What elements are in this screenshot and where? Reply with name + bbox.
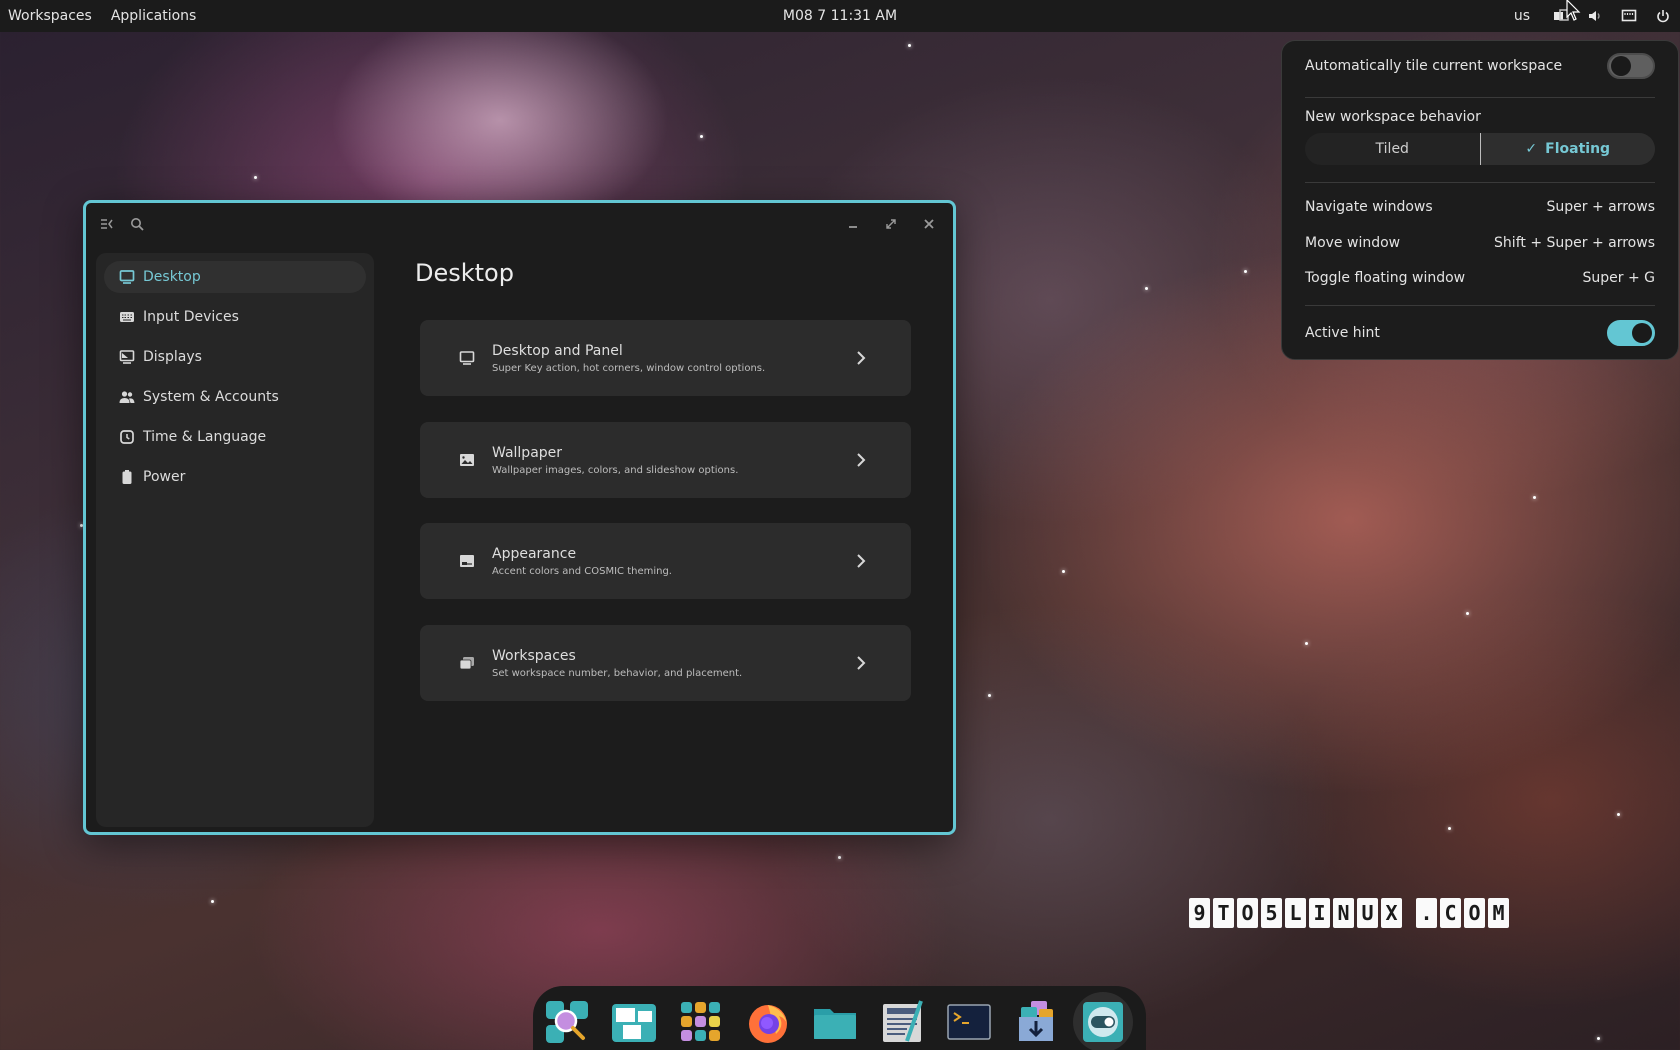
shortcut-action: Toggle floating window xyxy=(1305,270,1466,286)
dock-app-library[interactable] xyxy=(677,998,725,1046)
terminal-icon xyxy=(947,1004,991,1040)
shortcut-keys: Shift + Super + arrows xyxy=(1494,235,1655,251)
chevron-right-icon xyxy=(857,554,866,568)
sidebar-item-label: Power xyxy=(143,469,186,485)
sidebar-item-system-accounts[interactable]: System & Accounts xyxy=(104,381,366,413)
display-icon xyxy=(119,349,135,365)
sidebar-item-power[interactable]: Power xyxy=(104,461,366,493)
option-floating[interactable]: ✓ Floating xyxy=(1479,133,1655,165)
divider xyxy=(1305,305,1655,306)
settings-window: Desktop Input Devices Displays System & … xyxy=(83,200,956,835)
dock-app-terminal[interactable] xyxy=(945,998,993,1046)
clock-icon xyxy=(119,429,135,445)
shortcut-row: Navigate windows Super + arrows xyxy=(1305,195,1655,219)
chevron-right-icon xyxy=(857,656,866,670)
clock[interactable]: M08 7 11:31 AM xyxy=(783,8,897,24)
sidebar-item-desktop[interactable]: Desktop xyxy=(104,261,366,293)
volume-icon[interactable] xyxy=(1578,0,1612,32)
settings-sidebar: Desktop Input Devices Displays System & … xyxy=(96,253,374,827)
folder-icon xyxy=(814,1009,856,1039)
card-desktop-and-panel[interactable]: Desktop and Panel Super Key action, hot … xyxy=(420,320,911,396)
store-icon xyxy=(1019,1001,1053,1041)
dock-app-text-editor[interactable] xyxy=(878,998,926,1046)
auto-tile-label: Automatically tile current workspace xyxy=(1305,58,1563,74)
dock-app-settings[interactable] xyxy=(1073,992,1133,1050)
minimize-icon[interactable] xyxy=(842,213,864,235)
card-workspaces[interactable]: Workspaces Set workspace number, behavio… xyxy=(420,625,911,701)
workspaces-overview-icon xyxy=(612,1004,656,1042)
sidebar-toggle-icon[interactable] xyxy=(96,213,118,235)
card-subtitle: Set workspace number, behavior, and plac… xyxy=(492,667,743,679)
sidebar-item-label: Displays xyxy=(143,349,202,365)
appearance-icon xyxy=(458,552,476,570)
card-subtitle: Super Key action, hot corners, window co… xyxy=(492,362,766,374)
chevron-right-icon xyxy=(857,351,866,365)
card-title: Wallpaper xyxy=(492,444,563,461)
sidebar-item-label: Time & Language xyxy=(143,429,267,445)
sidebar-item-label: Input Devices xyxy=(143,309,239,325)
dock-app-workspaces[interactable] xyxy=(610,998,658,1046)
image-icon xyxy=(458,451,476,469)
window-titlebar[interactable] xyxy=(86,203,953,247)
shortcut-keys: Super + arrows xyxy=(1546,199,1656,215)
card-title: Desktop and Panel xyxy=(492,342,623,359)
network-wired-icon[interactable] xyxy=(1612,0,1646,32)
app-library-icon xyxy=(681,1002,720,1041)
dock xyxy=(533,986,1146,1050)
mouse-cursor xyxy=(1566,0,1581,21)
page-title: Desktop xyxy=(415,259,514,287)
sidebar-item-displays[interactable]: Displays xyxy=(104,341,366,373)
card-subtitle: Accent colors and COSMIC theming. xyxy=(492,565,672,577)
shortcut-action: Move window xyxy=(1305,235,1401,251)
auto-tile-toggle[interactable] xyxy=(1607,53,1655,79)
card-title: Workspaces xyxy=(492,647,576,664)
search-icon[interactable] xyxy=(126,213,148,235)
sidebar-item-label: System & Accounts xyxy=(143,389,279,405)
divider xyxy=(1305,97,1655,98)
dock-app-files[interactable] xyxy=(811,998,859,1046)
new-workspace-behavior-label: New workspace behavior xyxy=(1305,109,1481,125)
close-icon[interactable] xyxy=(918,213,940,235)
top-panel: Workspaces Applications M08 7 11:31 AM u… xyxy=(0,0,1680,32)
dock-app-firefox[interactable] xyxy=(744,998,792,1046)
firefox-icon xyxy=(749,1005,787,1043)
text-editor-icon xyxy=(883,1000,923,1042)
monitor-icon xyxy=(119,269,135,285)
settings-icon xyxy=(1083,1002,1123,1042)
battery-icon xyxy=(119,469,135,485)
shortcut-action: Navigate windows xyxy=(1305,199,1433,215)
sidebar-item-label: Desktop xyxy=(143,269,201,285)
option-tiled[interactable]: Tiled xyxy=(1305,133,1480,165)
checkmark-icon: ✓ xyxy=(1525,141,1538,157)
active-hint-label: Active hint xyxy=(1305,325,1380,341)
sidebar-item-input-devices[interactable]: Input Devices xyxy=(104,301,366,333)
shortcut-keys: Super + G xyxy=(1582,270,1656,286)
shortcut-row: Toggle floating window Super + G xyxy=(1305,266,1655,290)
keyboard-layout-indicator[interactable]: us xyxy=(1500,8,1544,24)
keyboard-icon xyxy=(119,309,135,325)
maximize-icon[interactable] xyxy=(880,213,902,235)
applications-button[interactable]: Applications xyxy=(111,8,197,24)
dock-app-store[interactable] xyxy=(1012,998,1060,1046)
tiling-popup: Automatically tile current workspace New… xyxy=(1281,40,1679,360)
card-title: Appearance xyxy=(492,545,577,562)
users-icon xyxy=(119,389,135,405)
workspace-behavior-selector: Tiled ✓ Floating xyxy=(1305,133,1655,165)
power-icon[interactable] xyxy=(1646,0,1680,32)
workspaces-button[interactable]: Workspaces xyxy=(8,8,92,24)
app-search-icon xyxy=(546,1001,588,1043)
card-appearance[interactable]: Appearance Accent colors and COSMIC them… xyxy=(420,523,911,599)
monitor-icon xyxy=(458,349,476,367)
shortcut-row: Move window Shift + Super + arrows xyxy=(1305,231,1655,255)
card-subtitle: Wallpaper images, colors, and slideshow … xyxy=(492,464,739,476)
sidebar-item-time-language[interactable]: Time & Language xyxy=(104,421,366,453)
workspaces-icon xyxy=(458,654,476,672)
card-wallpaper[interactable]: Wallpaper Wallpaper images, colors, and … xyxy=(420,422,911,498)
dock-app-search[interactable] xyxy=(543,998,591,1046)
divider xyxy=(1305,182,1655,183)
chevron-right-icon xyxy=(857,453,866,467)
active-hint-toggle[interactable] xyxy=(1607,320,1655,346)
watermark: 9TO5LINUX .COM xyxy=(1189,898,1509,928)
